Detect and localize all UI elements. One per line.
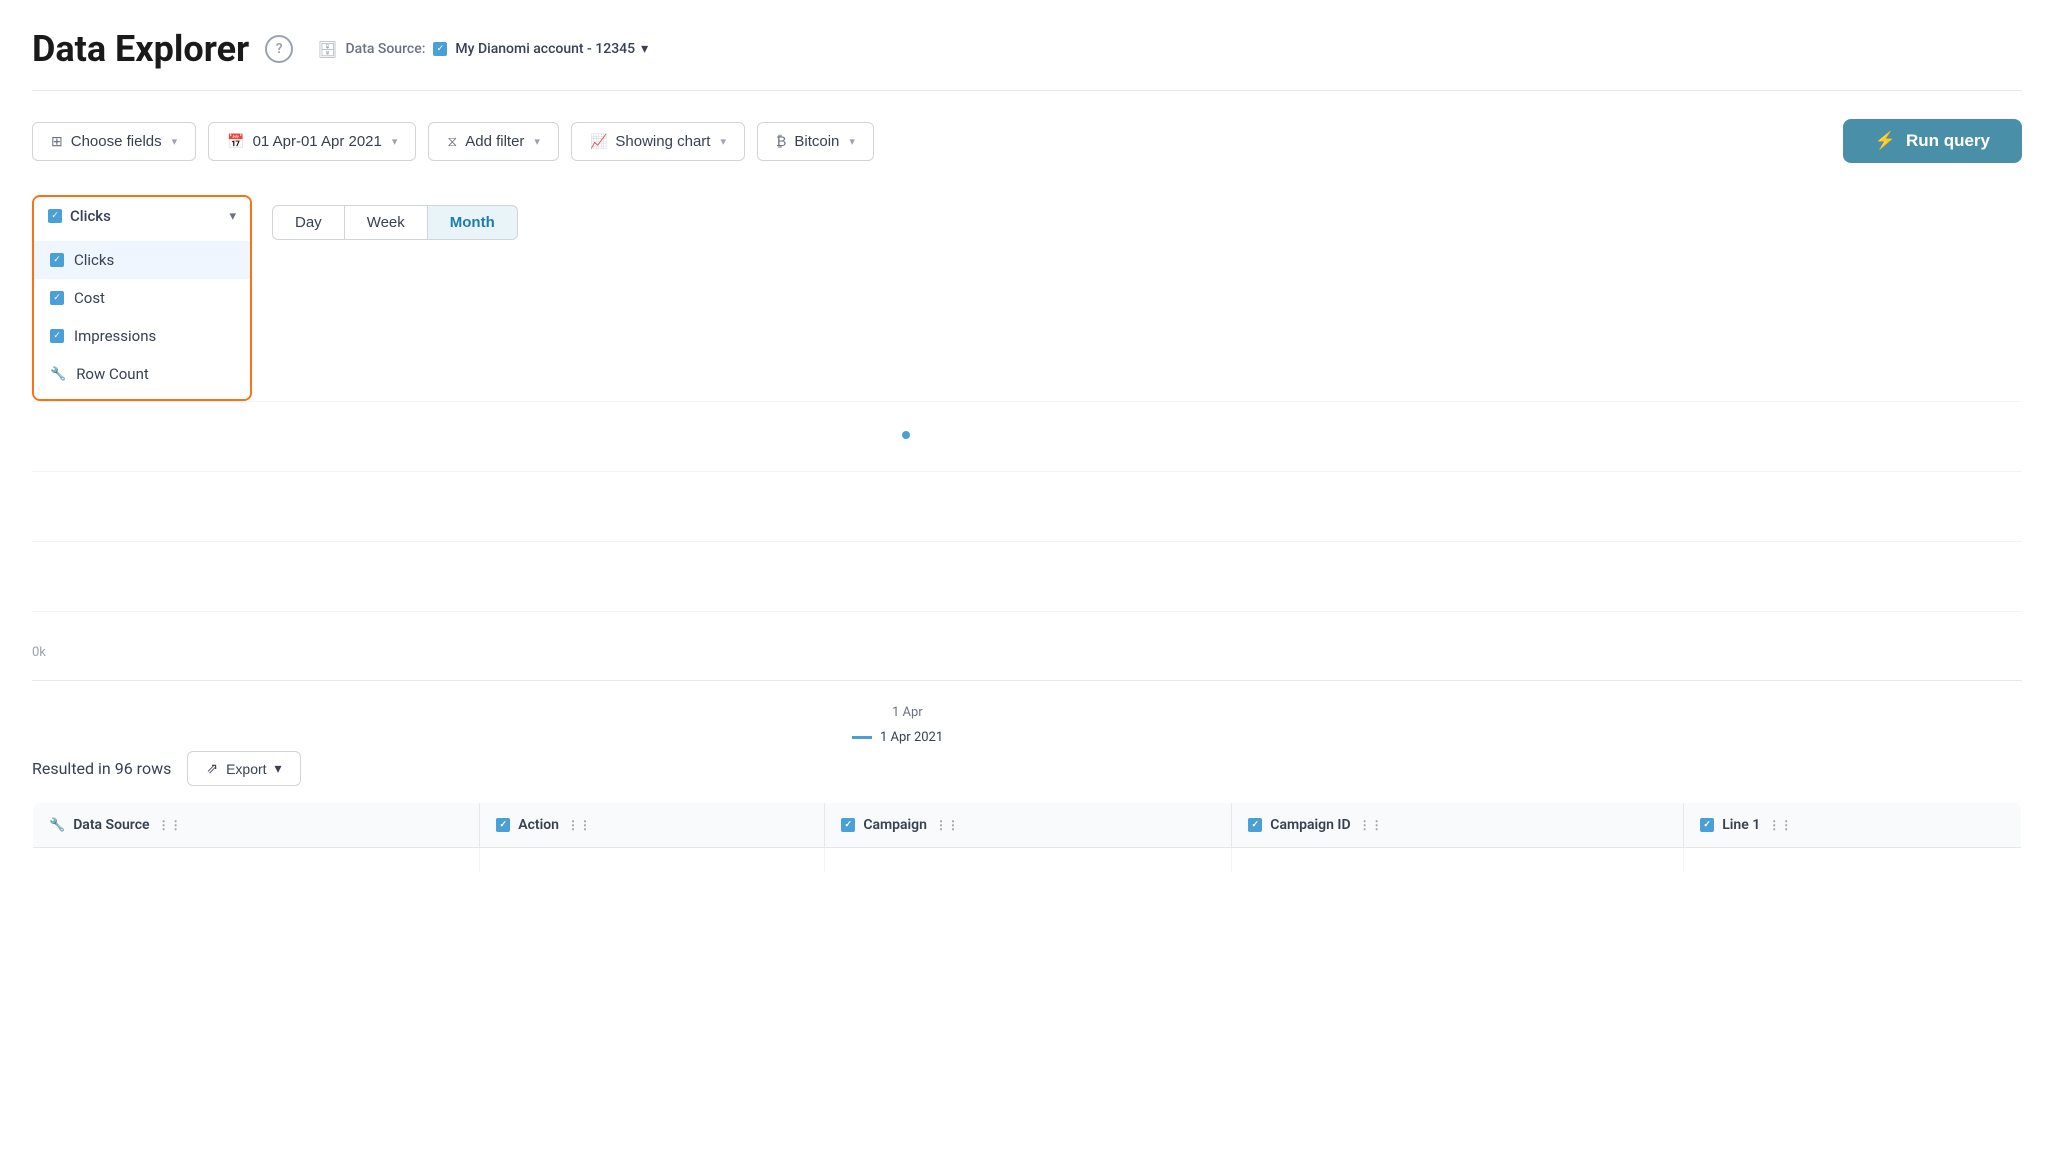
- campaign-id-checkbox: ✓: [1248, 818, 1262, 832]
- col-action-label: Action: [518, 817, 559, 833]
- datasource-chevron-icon: ▾: [641, 41, 648, 57]
- col-line1: ✓ Line 1 ⋮⋮: [1684, 803, 2022, 848]
- col-campaign-id-label: Campaign ID: [1270, 817, 1350, 833]
- period-tabs: Day Week Month: [272, 205, 518, 240]
- results-header: Resulted in 96 rows ⇗ Export ▾: [32, 751, 2022, 786]
- tab-day[interactable]: Day: [272, 205, 345, 240]
- chart-controls: ✓ Clicks ▾ ✓ Clicks ✓ Cost ✓ Impres: [32, 195, 2022, 401]
- col-campaign-label: Campaign: [863, 817, 927, 833]
- dropdown-item-clicks[interactable]: ✓ Clicks: [34, 241, 250, 279]
- gridline-1: [32, 471, 2022, 472]
- date-range-button[interactable]: 📅 01 Apr-01 Apr 2021 ▾: [208, 122, 416, 161]
- choose-fields-button[interactable]: ⊞ Choose fields ▾: [32, 122, 196, 161]
- col-action: ✓ Action ⋮⋮: [480, 803, 825, 848]
- datasource-checkbox: ✓: [433, 42, 447, 56]
- col-data-source: 🔧 Data Source ⋮⋮: [33, 803, 480, 848]
- impressions-label: Impressions: [74, 327, 156, 345]
- results-count: Resulted in 96 rows: [32, 759, 171, 778]
- clicks-checkbox: ✓: [50, 253, 64, 267]
- chart-legend: 1 Apr 2021: [852, 730, 943, 745]
- line1-checkbox: ✓: [1700, 818, 1714, 832]
- legend-label: 1 Apr 2021: [880, 730, 943, 745]
- lightning-icon: ⚡: [1875, 131, 1896, 151]
- calendar-icon: 📅: [227, 133, 244, 150]
- dropdown-item-cost[interactable]: ✓ Cost: [34, 279, 250, 317]
- chart-icon: 📈: [590, 133, 607, 150]
- chevron-down-icon: ▾: [720, 135, 726, 148]
- y-axis-label: 0k: [32, 645, 46, 660]
- field-dropdown-menu: ✓ Clicks ✓ Cost ✓ Impressions 🔧 Row Coun…: [34, 235, 250, 399]
- database-icon: 🗄: [317, 40, 337, 59]
- bitcoin-icon: ₿: [776, 133, 786, 149]
- col-campaign-id: ✓ Campaign ID ⋮⋮: [1232, 803, 1684, 848]
- col-data-source-label: Data Source: [73, 817, 149, 833]
- clicks-label: Clicks: [74, 251, 114, 269]
- datasource-value[interactable]: My Dianomi account - 12345 ▾: [455, 41, 648, 57]
- gridline-2: [32, 541, 2022, 542]
- help-icon[interactable]: ?: [265, 35, 293, 63]
- filter-icon: ⧖: [447, 133, 457, 150]
- col-line1-label: Line 1: [1722, 817, 1760, 833]
- cost-label: Cost: [74, 289, 105, 307]
- data-table: 🔧 Data Source ⋮⋮ ✓ Action ⋮⋮ ✓ Camp: [32, 802, 2022, 873]
- bitcoin-button[interactable]: ₿ Bitcoin ▾: [757, 122, 874, 161]
- datasource-label: Data Source:: [346, 41, 426, 57]
- x-axis-label: 1 Apr: [892, 705, 923, 720]
- showing-chart-button[interactable]: 📈 Showing chart ▾: [571, 122, 745, 161]
- chart-section: ✓ Clicks ▾ ✓ Clicks ✓ Cost ✓ Impres: [32, 195, 2022, 681]
- wrench-icon: 🔧: [49, 818, 65, 833]
- row-count-label: Row Count: [76, 365, 149, 383]
- legend-line-icon: [852, 736, 872, 739]
- drag-handle-icon[interactable]: ⋮⋮: [567, 818, 591, 832]
- action-checkbox: ✓: [496, 818, 510, 832]
- gridline-3: [32, 611, 2022, 612]
- table-row: [33, 848, 2022, 873]
- chevron-down-icon: ▾: [534, 135, 540, 148]
- drag-handle-icon[interactable]: ⋮⋮: [935, 818, 959, 832]
- gridline-top: [32, 401, 2022, 402]
- run-query-button[interactable]: ⚡ Run query: [1843, 119, 2022, 163]
- cost-checkbox: ✓: [50, 291, 64, 305]
- tab-week[interactable]: Week: [345, 205, 428, 240]
- wrench-icon: 🔧: [50, 367, 66, 382]
- drag-handle-icon[interactable]: ⋮⋮: [1359, 818, 1383, 832]
- dropdown-item-row-count[interactable]: 🔧 Row Count: [34, 355, 250, 393]
- page-title: Data Explorer: [32, 28, 249, 70]
- chevron-down-icon: ▾: [275, 760, 282, 777]
- share-icon: ⇗: [206, 760, 218, 777]
- table-icon: ⊞: [51, 133, 63, 150]
- drag-handle-icon[interactable]: ⋮⋮: [1768, 818, 1792, 832]
- campaign-checkbox: ✓: [841, 818, 855, 832]
- table-header-row: 🔧 Data Source ⋮⋮ ✓ Action ⋮⋮ ✓ Camp: [33, 803, 2022, 848]
- datasource-bar: 🗄 Data Source: ✓ My Dianomi account - 12…: [317, 40, 648, 59]
- field-select-button[interactable]: ✓ Clicks ▾: [34, 197, 250, 235]
- chart-canvas: 0k 1 Apr 1 Apr 2021: [32, 401, 2022, 681]
- drag-handle-icon[interactable]: ⋮⋮: [158, 818, 182, 832]
- add-filter-button[interactable]: ⧖ Add filter ▾: [428, 122, 559, 161]
- chart-datapoint: [902, 431, 910, 439]
- selected-field-label: Clicks: [70, 207, 221, 225]
- chevron-down-icon: ▾: [392, 135, 398, 148]
- chevron-down-icon: ▾: [849, 135, 855, 148]
- toolbar: ⊞ Choose fields ▾ 📅 01 Apr-01 Apr 2021 ▾…: [32, 119, 2022, 163]
- tab-month[interactable]: Month: [428, 205, 518, 240]
- export-button[interactable]: ⇗ Export ▾: [187, 751, 300, 786]
- impressions-checkbox: ✓: [50, 329, 64, 343]
- field-select-dropdown[interactable]: ✓ Clicks ▾ ✓ Clicks ✓ Cost ✓ Impres: [32, 195, 252, 401]
- dropdown-item-impressions[interactable]: ✓ Impressions: [34, 317, 250, 355]
- chevron-down-icon: ▾: [172, 135, 178, 148]
- field-checkbox: ✓: [48, 209, 62, 223]
- col-campaign: ✓ Campaign ⋮⋮: [825, 803, 1232, 848]
- chevron-down-icon: ▾: [229, 209, 236, 224]
